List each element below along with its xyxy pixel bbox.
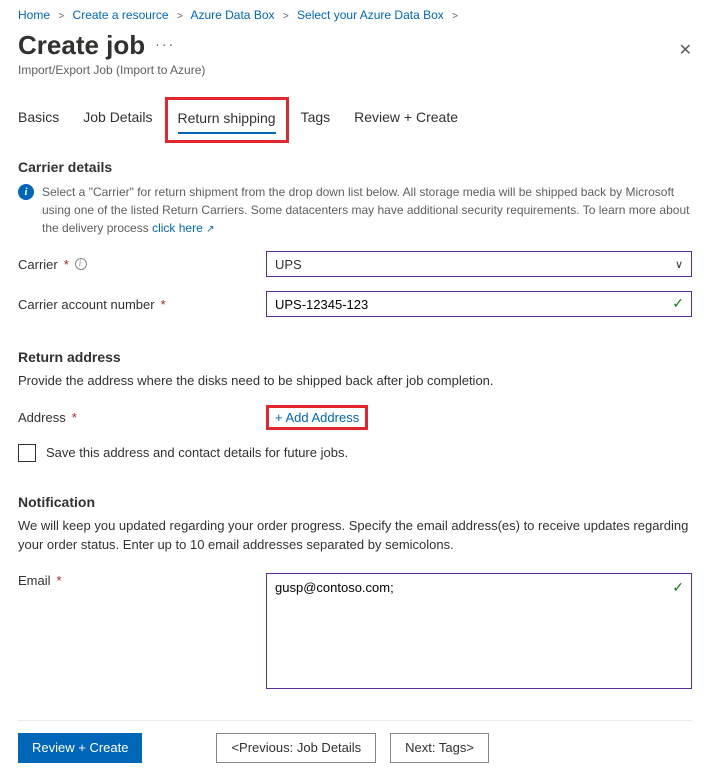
carrier-account-input[interactable] — [266, 291, 692, 317]
return-address-heading: Return address — [18, 349, 692, 365]
carrier-select[interactable]: UPS ∨ — [266, 251, 692, 277]
carrier-select-value: UPS — [275, 257, 302, 272]
carrier-details-heading: Carrier details — [18, 159, 692, 175]
highlight-box: + Add Address — [266, 405, 368, 430]
return-address-desc: Provide the address where the disks need… — [18, 371, 692, 391]
breadcrumb: Home > Create a resource > Azure Data Bo… — [18, 6, 692, 26]
carrier-account-label: Carrier account number — [18, 297, 155, 312]
notification-desc: We will keep you updated regarding your … — [18, 516, 692, 555]
highlight-box: Return shipping — [165, 97, 289, 143]
info-icon: i — [18, 184, 34, 200]
info-hint-icon[interactable] — [75, 258, 87, 270]
check-icon: ✓ — [672, 579, 684, 596]
address-label: Address — [18, 410, 66, 425]
check-icon: ✓ — [672, 295, 684, 312]
add-address-link[interactable]: + Add Address — [275, 410, 359, 425]
external-link-icon: ↗ — [206, 224, 214, 235]
tab-return-shipping[interactable]: Return shipping — [178, 104, 276, 134]
carrier-info-text: Select a "Carrier" for return shipment f… — [42, 185, 689, 235]
chevron-right-icon: > — [177, 11, 183, 22]
required-indicator: * — [72, 410, 77, 425]
crumb-azure-data-box[interactable]: Azure Data Box — [190, 8, 274, 22]
review-create-button[interactable]: Review + Create — [18, 733, 142, 763]
footer-bar: Review + Create <Previous: Job Details N… — [18, 720, 692, 763]
required-indicator: * — [57, 573, 62, 588]
tab-tags[interactable]: Tags — [301, 103, 331, 137]
carrier-info-link[interactable]: click here ↗ — [152, 221, 214, 235]
email-label: Email — [18, 573, 51, 588]
chevron-right-icon: > — [283, 11, 289, 22]
close-icon[interactable]: ✕ — [679, 40, 692, 60]
save-address-checkbox[interactable] — [18, 444, 36, 462]
email-input[interactable] — [266, 573, 692, 689]
tabs-row: Basics Job Details Return shipping Tags … — [18, 103, 692, 137]
chevron-right-icon: > — [452, 11, 458, 22]
required-indicator: * — [161, 297, 166, 312]
page-subtitle: Import/Export Job (Import to Azure) — [18, 63, 692, 77]
crumb-create-resource[interactable]: Create a resource — [73, 8, 169, 22]
previous-button[interactable]: <Previous: Job Details — [216, 733, 376, 763]
chevron-right-icon: > — [58, 11, 64, 22]
next-button[interactable]: Next: Tags> — [390, 733, 489, 763]
notification-heading: Notification — [18, 494, 692, 510]
chevron-down-icon: ∨ — [675, 258, 683, 271]
save-address-label: Save this address and contact details fo… — [46, 445, 348, 460]
tab-review-create[interactable]: Review + Create — [354, 103, 458, 137]
carrier-info-banner: i Select a "Carrier" for return shipment… — [18, 183, 692, 237]
crumb-home[interactable]: Home — [18, 8, 50, 22]
required-indicator: * — [64, 257, 69, 272]
tab-job-details[interactable]: Job Details — [83, 103, 152, 137]
carrier-label: Carrier — [18, 257, 58, 272]
more-menu-icon[interactable]: ··· — [155, 36, 175, 52]
tab-basics[interactable]: Basics — [18, 103, 59, 137]
crumb-select-data-box[interactable]: Select your Azure Data Box — [297, 8, 444, 22]
page-title: Create job — [18, 30, 145, 61]
